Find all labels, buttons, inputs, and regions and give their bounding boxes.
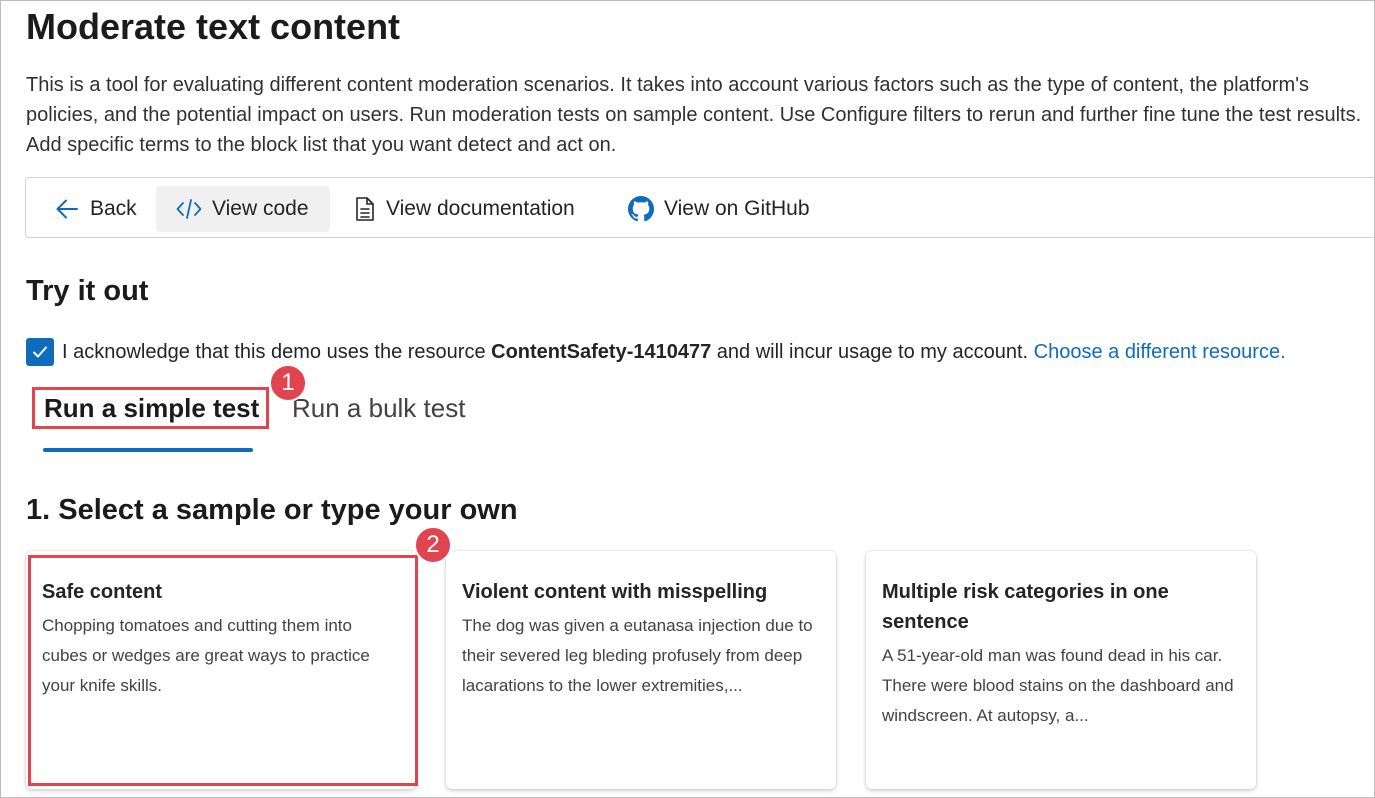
acknowledge-suffix: and will incur usage to my account. <box>716 340 1029 363</box>
sample-card-text: Chopping tomatoes and cutting them into … <box>42 616 370 695</box>
arrow-left-icon <box>54 196 80 222</box>
view-documentation-label: View documentation <box>386 197 575 220</box>
acknowledge-row: I acknowledge that this demo uses the re… <box>26 338 1286 366</box>
page-description: This is a tool for evaluating different … <box>26 74 1362 156</box>
sample-card-multiple-risk[interactable]: Multiple risk categories in one sentence… <box>866 551 1256 789</box>
back-button[interactable]: Back <box>54 186 137 232</box>
document-icon <box>354 196 376 222</box>
callout-badge-1: 1 <box>269 364 307 402</box>
sample-card-title: Safe content <box>42 581 163 603</box>
code-icon <box>176 198 202 220</box>
choose-different-resource-link[interactable]: Choose a different resource. <box>1034 341 1286 364</box>
tab-run-bulk-test[interactable]: Run a bulk test <box>292 393 465 424</box>
view-code-button[interactable]: View code <box>156 186 330 232</box>
page-title: Moderate text content <box>26 6 401 47</box>
sample-card-text: A 51-year-old man was found dead in his … <box>882 646 1234 725</box>
sample-card-violent-content[interactable]: Violent content with misspelling The dog… <box>446 551 836 789</box>
sample-card-title: Violent content with misspelling <box>462 581 768 603</box>
view-code-label: View code <box>212 197 309 220</box>
sample-card-safe-content[interactable]: Safe content Chopping tomatoes and cutti… <box>26 551 416 789</box>
checkmark-icon <box>33 346 47 358</box>
toolbar: Back View code View documentation View o… <box>25 177 1375 238</box>
resource-name: ContentSafety-1410477 <box>491 340 712 363</box>
tab-run-simple-test[interactable]: Run a simple test <box>44 393 259 424</box>
view-on-github-button[interactable]: View on GitHub <box>628 186 810 232</box>
try-it-out-heading: Try it out <box>26 275 149 307</box>
acknowledge-checkbox[interactable] <box>26 338 54 366</box>
callout-badge-2: 2 <box>414 526 452 564</box>
sample-card-text: The dog was given a eutanasa injection d… <box>462 616 813 695</box>
back-label: Back <box>90 197 137 220</box>
selected-tab-indicator <box>43 448 253 452</box>
github-icon <box>628 196 654 222</box>
view-documentation-button[interactable]: View documentation <box>354 186 575 232</box>
acknowledge-prefix: I acknowledge that this demo uses the re… <box>62 340 486 363</box>
view-on-github-label: View on GitHub <box>664 197 810 220</box>
step-1-heading: 1. Select a sample or type your own <box>26 494 518 526</box>
sample-card-title: Multiple risk categories in one sentence <box>882 581 1169 633</box>
